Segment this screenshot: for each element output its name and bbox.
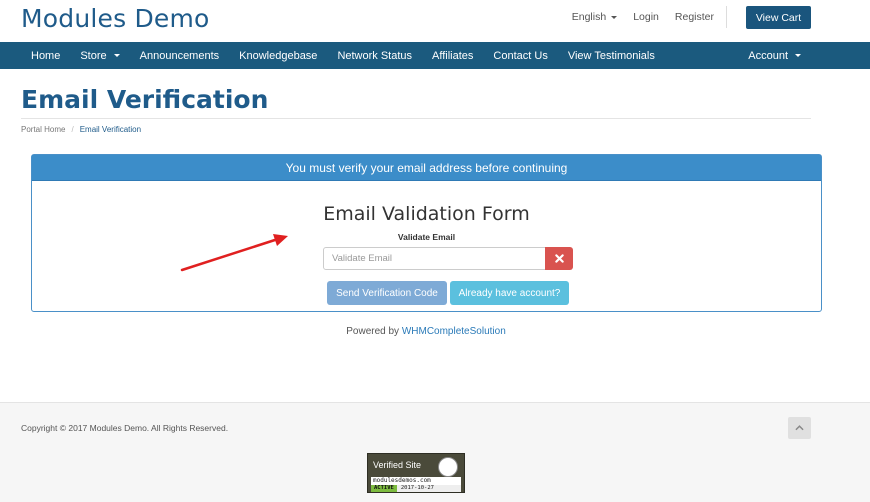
- nav-announcements-label: Announcements: [139, 49, 220, 62]
- nav-home[interactable]: Home: [21, 42, 70, 69]
- shield-icon: [438, 457, 458, 477]
- seal-status: ACTIVE: [371, 485, 397, 492]
- nav-home-label: Home: [31, 49, 61, 62]
- nav-network-status-label: Network Status: [337, 49, 413, 62]
- powered-by-prefix: Powered by: [346, 326, 402, 337]
- field-label: Validate Email: [397, 232, 456, 242]
- breadcrumb: Portal Home / Email Verification: [21, 125, 141, 134]
- top-links: English Login Register: [556, 6, 727, 28]
- nav-view-testimonials[interactable]: View Testimonials: [558, 42, 665, 69]
- register-link[interactable]: Register: [675, 11, 714, 23]
- title-divider: [21, 118, 811, 119]
- red-arrow-annotation: [180, 234, 288, 272]
- nav-network-status[interactable]: Network Status: [327, 42, 422, 69]
- caret-down-icon: [113, 54, 120, 57]
- back-to-top-button[interactable]: [788, 417, 811, 439]
- divider: [726, 6, 727, 28]
- email-field[interactable]: [323, 247, 546, 270]
- nav-announcements[interactable]: Announcements: [130, 42, 230, 69]
- seal-status-row: ACTIVE 2017-10-27: [371, 485, 461, 492]
- nav-contact-us[interactable]: Contact Us: [483, 42, 557, 69]
- chevron-up-icon: [795, 425, 804, 431]
- breadcrumb-current: Email Verification: [79, 125, 142, 134]
- login-link[interactable]: Login: [633, 11, 659, 23]
- nav-knowledgebase[interactable]: Knowledgebase: [229, 42, 327, 69]
- nav-store[interactable]: Store: [70, 42, 129, 69]
- seal-title: Verified Site: [373, 460, 422, 470]
- breadcrumb-separator: /: [71, 125, 74, 134]
- view-cart-button[interactable]: View Cart: [746, 6, 811, 29]
- clear-email-button[interactable]: [545, 247, 573, 270]
- nav-knowledgebase-label: Knowledgebase: [239, 49, 318, 62]
- main-navbar: Home Store Announcements Knowledgebase N…: [0, 42, 870, 69]
- send-verification-code-button[interactable]: Send Verification Code: [327, 281, 447, 305]
- breadcrumb-portal-home[interactable]: Portal Home: [21, 125, 65, 134]
- caret-down-icon: [611, 15, 618, 19]
- powered-by: Powered by WHMCompleteSolution: [0, 326, 852, 337]
- verified-site-seal[interactable]: Verified Site modulesdemos.com ACTIVE 20…: [367, 453, 465, 493]
- nav-affiliates-label: Affiliates: [432, 49, 474, 62]
- nav-account[interactable]: Account: [738, 42, 811, 69]
- seal-domain: modulesdemos.com: [371, 477, 461, 485]
- nav-contact-us-label: Contact Us: [493, 49, 548, 62]
- nav-store-label: Store: [80, 49, 107, 62]
- footer: Copyright © 2017 Modules Demo. All Right…: [0, 402, 870, 502]
- nav-view-testimonials-label: View Testimonials: [567, 49, 655, 62]
- verification-panel: You must verify your email address befor…: [31, 154, 822, 312]
- panel-heading: You must verify your email address befor…: [32, 155, 821, 181]
- caret-down-icon: [795, 54, 801, 57]
- form-title: Email Validation Form: [323, 203, 530, 225]
- times-icon: [554, 254, 564, 263]
- copyright-text: Copyright © 2017 Modules Demo. All Right…: [21, 423, 229, 433]
- nav-affiliates[interactable]: Affiliates: [422, 42, 483, 69]
- seal-date: 2017-10-27: [400, 485, 434, 491]
- powered-by-link[interactable]: WHMCompleteSolution: [402, 326, 506, 337]
- nav-account-label: Account: [748, 49, 788, 62]
- page-title: Email Verification: [21, 85, 269, 114]
- language-dropdown[interactable]: English: [571, 11, 618, 23]
- language-label: English: [571, 11, 607, 23]
- top-header: Modules Demo English Login Register View…: [0, 0, 870, 42]
- site-logo[interactable]: Modules Demo: [21, 4, 210, 33]
- already-have-account-button[interactable]: Already have account?: [450, 281, 569, 305]
